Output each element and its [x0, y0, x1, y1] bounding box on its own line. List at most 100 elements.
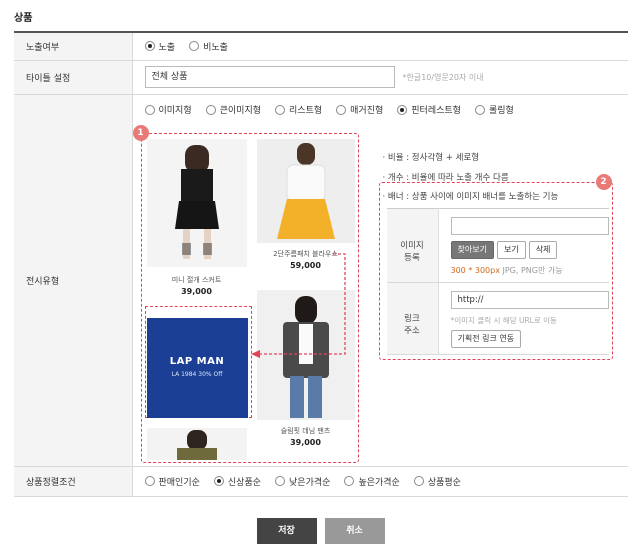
radio-dot[interactable] — [336, 104, 347, 115]
radio-type-image[interactable]: 이미지형 — [144, 103, 192, 116]
product-price: 39,000 — [181, 287, 212, 296]
radio-type-list[interactable]: 리스트형 — [275, 103, 322, 116]
sort-radios: 판매인기순 신상품순 낮은가격순 높은가격순 상품평순 — [144, 475, 629, 488]
radio-dot[interactable] — [275, 104, 286, 115]
file-path-input[interactable] — [450, 217, 609, 235]
radio-dot[interactable] — [413, 476, 424, 486]
product-image[interactable] — [146, 139, 247, 267]
radio-dot[interactable] — [144, 104, 155, 115]
radio-label: 리스트형 — [289, 106, 323, 116]
cancel-button[interactable]: 취소 — [324, 518, 385, 544]
image-register-field: 찾아보기 보기 삭제 300 * 300px JPG, PNG만 가능 — [438, 208, 609, 283]
display-type-radios: 이미지형 큰이미지형 리스트형 매거진형 핀터레스트형 롤링형 — [144, 103, 528, 116]
title-hint: *한글10/영문20자 이내 — [402, 72, 484, 82]
product-price: 59,000 — [290, 261, 321, 270]
partial-model-image — [176, 430, 217, 460]
radio-exposure-hide[interactable]: 비노출 — [189, 40, 228, 53]
display-type-field: 이미지형 큰이미지형 리스트형 매거진형 핀터레스트형 롤링형 1 미니 절개 … — [132, 94, 628, 467]
radio-type-big-image[interactable]: 큰이미지형 — [205, 103, 262, 116]
radio-sort-review[interactable]: 상품평순 — [413, 475, 461, 488]
radio-type-pinterest[interactable]: 핀터레스트형 — [397, 103, 461, 116]
product-card[interactable]: 슬림핏 데님 팬츠 39,000 — [256, 290, 355, 447]
link-label-line1: 링크 — [404, 313, 420, 324]
link-address-label: 링크 주소 — [386, 282, 439, 355]
product-card[interactable] — [146, 428, 247, 460]
radio-dot[interactable] — [205, 104, 216, 115]
link-hint: *이미지 클릭 시 해당 URL로 이동 — [450, 316, 557, 325]
radio-label: 낮은가격순 — [289, 477, 331, 488]
image-format-note: JPG, PNG만 가능 — [502, 266, 563, 275]
view-button[interactable]: 보기 — [496, 241, 526, 259]
radio-dot[interactable] — [474, 104, 485, 115]
delete-button[interactable]: 삭제 — [528, 241, 558, 259]
badge-2: 2 — [595, 174, 612, 190]
radio-dot[interactable] — [144, 476, 155, 486]
radio-sort-new[interactable]: 신상품순 — [213, 475, 262, 488]
image-buttons: 찾아보기 보기 삭제 — [450, 241, 609, 259]
radio-dot-checked[interactable] — [397, 104, 408, 115]
radio-sort-low-price[interactable]: 낮은가격순 — [275, 475, 330, 488]
banner-settings-table: 이미지 등록 찾아보기 보기 삭제 300 * 300px JPG, PNG만 가능 — [386, 208, 609, 355]
radio-label: 비노출 — [203, 42, 228, 53]
exposure-field: 노출 비노출 — [132, 32, 629, 61]
image-size-note: 300 * 300px JPG, PNG만 가능 — [451, 265, 609, 276]
sort-field: 판매인기순 신상품순 낮은가격순 높은가격순 상품평순 — [132, 466, 629, 497]
radio-label: 노출 — [158, 42, 176, 53]
radio-dot[interactable] — [344, 476, 355, 486]
radio-label: 롤링형 — [488, 106, 514, 116]
settings-form: 노출여부 노출 비노출 타이틀 설정 전체 상품 *한글10/영문20자 이내 전… — [14, 31, 628, 497]
section-title: 상품 — [14, 13, 33, 24]
exposure-label: 노출여부 — [14, 32, 133, 61]
product-name: 미니 절개 스커트 — [171, 276, 222, 284]
title-setting-field: 전체 상품 *한글10/영문20자 이내 — [132, 60, 628, 95]
blouse-model-image — [276, 143, 335, 239]
url-input[interactable]: http:// — [450, 291, 609, 309]
link-label-line2: 주소 — [404, 325, 420, 336]
image-label-line2: 등록 — [404, 252, 420, 263]
banner-subtitle: LA 1984 30% Off — [171, 371, 223, 378]
radio-type-magazine[interactable]: 매거진형 — [336, 103, 383, 116]
product-card[interactable]: 2단주름패치 블라우스 59,000 — [256, 139, 355, 270]
product-name: 슬림핏 데님 팬츠 — [280, 427, 331, 435]
exposure-radios: 노출 비노출 — [144, 40, 629, 53]
product-card[interactable]: 미니 절개 스커트 39,000 — [146, 139, 247, 296]
radio-label: 판매인기순 — [158, 477, 200, 488]
skirt-model-image — [174, 145, 219, 259]
radio-label: 매거진형 — [350, 106, 384, 116]
link-address-field: http:// *이미지 클릭 시 해당 URL로 이동 기획전 링크 연동 — [438, 282, 609, 355]
radio-dot[interactable] — [275, 476, 286, 486]
product-image[interactable] — [256, 139, 355, 243]
radio-label: 신상품순 — [227, 477, 262, 488]
radio-label: 높은가격순 — [358, 477, 400, 488]
save-button[interactable]: 저장 — [256, 518, 317, 544]
radio-label: 이미지형 — [158, 106, 192, 116]
radio-exposure-show[interactable]: 노출 — [144, 40, 176, 53]
radio-dot-checked[interactable] — [144, 41, 155, 52]
image-size-px: 300 * 300px — [450, 266, 500, 275]
exhibition-link-button[interactable]: 기획전 링크 연동 — [450, 330, 522, 348]
radio-dot-checked[interactable] — [213, 476, 224, 486]
browse-button[interactable]: 찾아보기 — [450, 241, 494, 259]
product-price: 39,000 — [290, 438, 321, 447]
action-buttons: 저장 취소 — [0, 518, 641, 544]
radio-type-rolling[interactable]: 롤링형 — [474, 103, 514, 116]
radio-sort-high-price[interactable]: 높은가격순 — [344, 475, 400, 488]
info-ratio: · 비율 : 정사각형 + 세로형 — [382, 153, 480, 163]
title-input[interactable]: 전체 상품 — [144, 66, 395, 88]
radio-dot[interactable] — [189, 41, 200, 52]
denim-model-image — [282, 296, 329, 418]
radio-label: 상품평순 — [427, 477, 461, 488]
info-count: · 개수 : 비율에 따라 노출 개수 다름 — [382, 172, 509, 183]
radio-label: 큰이미지형 — [219, 106, 262, 116]
radio-sort-popular[interactable]: 판매인기순 — [144, 475, 200, 488]
product-image[interactable] — [256, 290, 355, 420]
display-type-label: 전시유형 — [14, 94, 133, 467]
title-setting-label: 타이틀 설정 — [14, 60, 133, 95]
preview-banner[interactable]: LAP MAN LA 1984 30% Off — [146, 318, 248, 418]
image-label-line1: 이미지 — [400, 240, 424, 251]
radio-label: 핀터레스트형 — [411, 106, 461, 116]
product-name: 2단주름패치 블라우스 — [273, 250, 338, 258]
product-image[interactable] — [146, 428, 247, 460]
banner-title: LAP MAN — [169, 356, 225, 367]
image-register-label: 이미지 등록 — [386, 208, 439, 283]
